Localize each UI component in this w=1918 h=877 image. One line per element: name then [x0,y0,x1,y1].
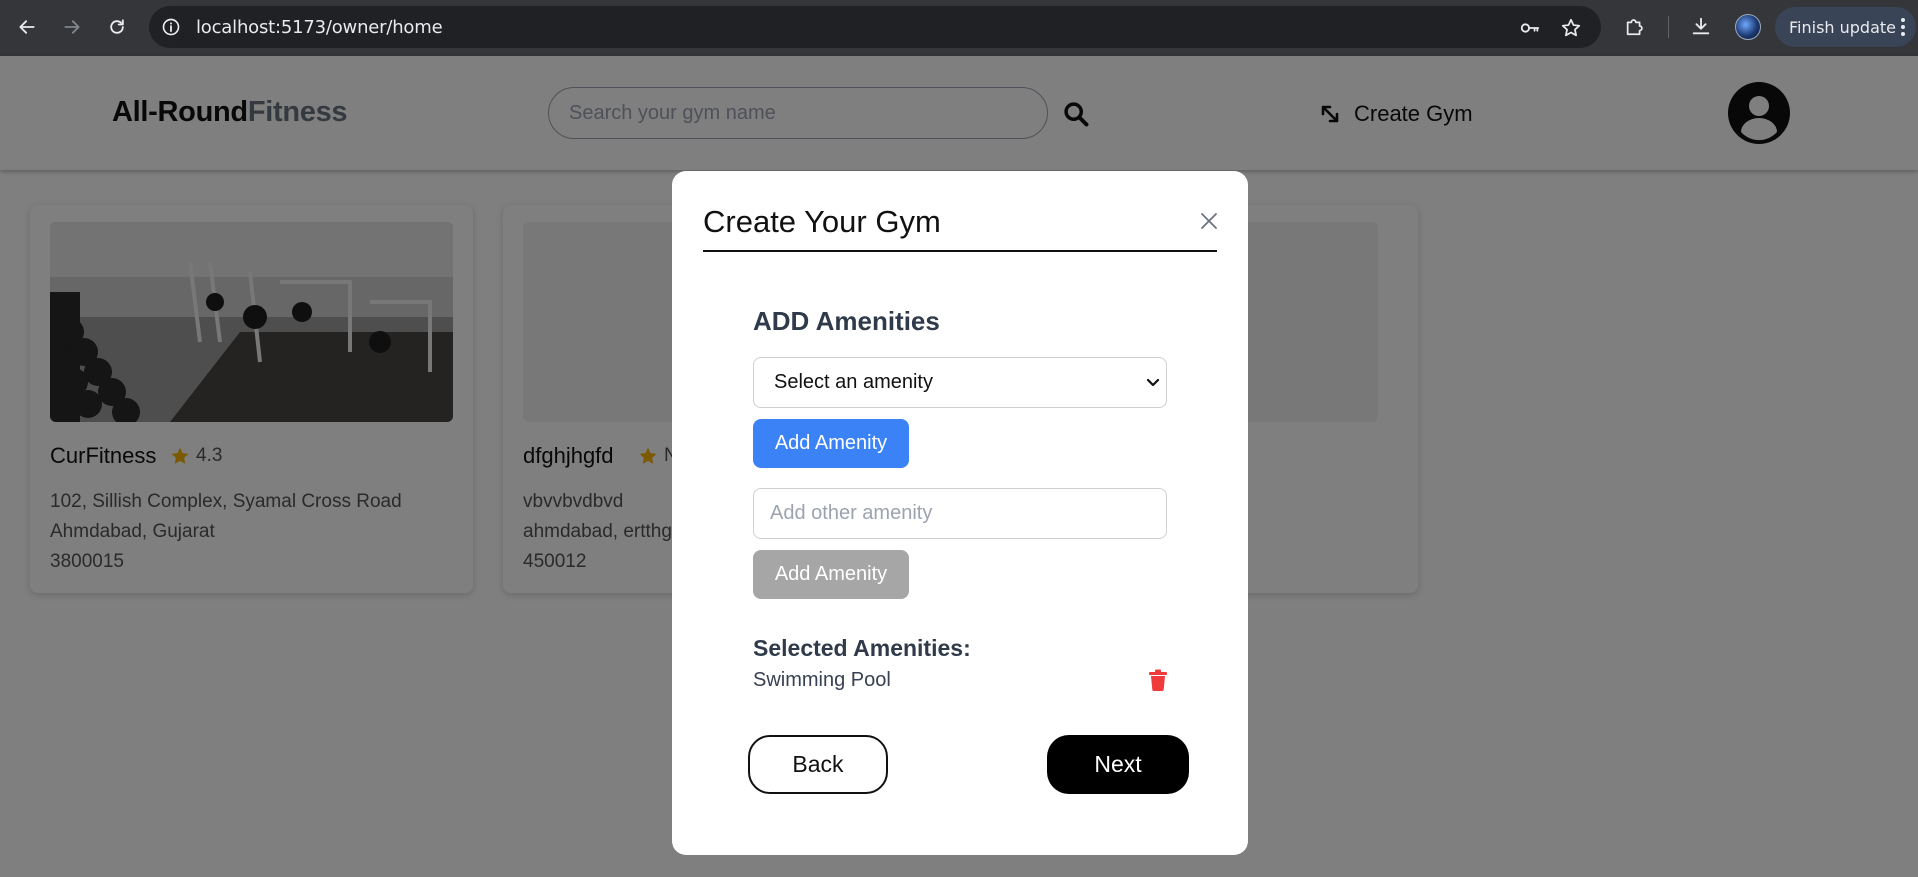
add-other-amenity-button[interactable]: Add Amenity [753,550,909,599]
section-title: ADD Amenities [753,306,940,336]
finish-update-label: Finish update [1789,17,1897,37]
arrow-left-icon [19,20,35,34]
address-bar[interactable]: localhost:5173/owner/home [149,6,1601,48]
add-amenity-button[interactable]: Add Amenity [753,419,909,468]
next-button[interactable]: Next [1047,735,1189,794]
reload-icon [110,19,124,34]
selected-amenity-item: Swimming Pool [753,669,891,691]
modal-title: Create Your Gym [703,204,941,239]
reload-button[interactable] [102,12,132,42]
create-gym-modal: Create Your Gym ADD Amenities Select an … [672,171,1248,855]
puzzle-icon [1626,19,1643,36]
chevron-down-icon [1146,378,1160,387]
forward-button[interactable] [57,12,87,42]
key-icon[interactable] [1519,17,1541,39]
selected-amenities-title: Selected Amenities: [753,635,971,661]
amenity-select[interactable]: Select an amenity [753,357,1167,408]
back-button[interactable]: Back [748,735,888,794]
amenity-select-value: Select an amenity [774,371,933,393]
extensions-button[interactable] [1622,13,1648,39]
other-amenity-input[interactable] [753,488,1167,539]
finish-update-button[interactable]: Finish update [1775,7,1916,47]
download-icon [1692,17,1710,35]
browser-toolbar: localhost:5173/owner/home Finish update [0,0,1918,56]
profile-avatar[interactable] [1735,14,1761,40]
info-icon[interactable] [161,17,181,37]
arrow-right-icon [64,20,80,34]
more-vert-icon [1901,18,1905,36]
toolbar-separator [1668,16,1669,38]
star-icon[interactable] [1560,17,1582,39]
url-text: localhost:5173/owner/home [196,17,443,38]
back-button[interactable] [12,12,42,42]
downloads-button[interactable] [1688,13,1714,39]
close-icon[interactable] [1199,211,1219,231]
title-divider [703,250,1217,252]
trash-icon[interactable] [1148,669,1168,691]
